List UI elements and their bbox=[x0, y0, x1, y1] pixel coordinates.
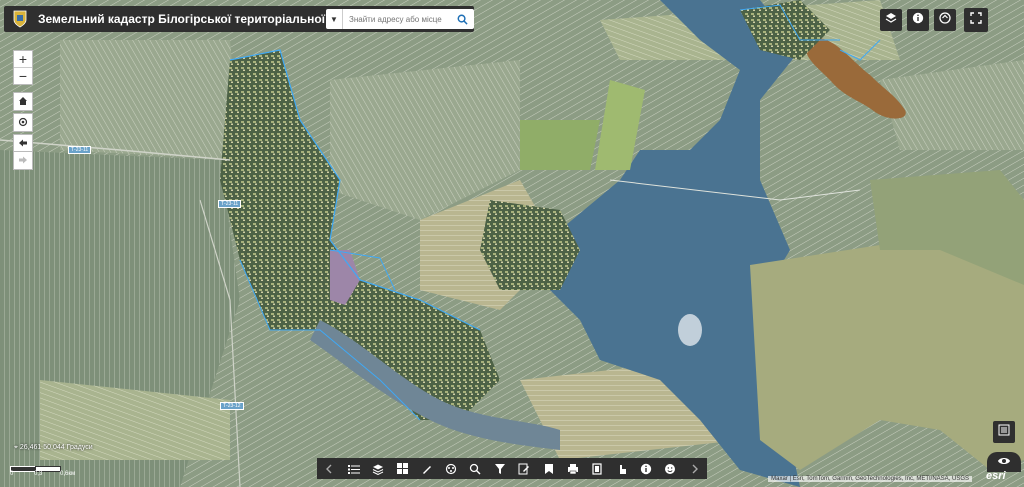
app-header: Земельний кадастр Білогірської територіа… bbox=[4, 6, 474, 32]
bookmark-icon[interactable] bbox=[540, 460, 558, 478]
info-icon bbox=[912, 11, 924, 29]
scale-label: 0,6км bbox=[60, 471, 76, 477]
chevron-down-icon[interactable]: ▼ bbox=[326, 9, 343, 29]
back-icon bbox=[18, 135, 28, 153]
print-icon[interactable] bbox=[564, 460, 582, 478]
road-label: Т-23-11 bbox=[218, 200, 242, 208]
forward-icon bbox=[18, 152, 28, 170]
scale-bar: 0 0,3 0,6км bbox=[10, 466, 84, 477]
select-icon[interactable] bbox=[588, 460, 606, 478]
analysis-icon[interactable] bbox=[442, 460, 460, 478]
app-logo-icon bbox=[10, 9, 30, 29]
road-label: Т-23-12 bbox=[220, 402, 244, 410]
locate-icon bbox=[18, 114, 28, 132]
map-view[interactable] bbox=[0, 0, 1024, 487]
filter-icon[interactable] bbox=[491, 460, 509, 478]
home-button[interactable] bbox=[13, 92, 33, 111]
layer-list-button[interactable] bbox=[993, 421, 1015, 443]
forward-extent-button[interactable] bbox=[13, 151, 33, 170]
search-bar: ▼ bbox=[326, 9, 474, 29]
zoom-in-button[interactable]: + bbox=[14, 51, 32, 67]
fullscreen-icon bbox=[970, 11, 982, 29]
basemap-gallery-icon[interactable] bbox=[393, 460, 411, 478]
map-attribution: Maxar | Esri, TomTom, Garmin, GeoTechnol… bbox=[768, 476, 972, 482]
identify-icon[interactable] bbox=[613, 460, 631, 478]
zoom-control: + − bbox=[13, 50, 33, 85]
scale-label: 0,3 bbox=[34, 471, 43, 477]
swipe-icon bbox=[939, 11, 951, 29]
zoom-out-button[interactable]: − bbox=[14, 67, 32, 84]
fullscreen-button[interactable] bbox=[964, 8, 988, 32]
scale-label: 0 bbox=[10, 471, 14, 477]
basemap-button[interactable] bbox=[880, 9, 902, 31]
about-icon[interactable] bbox=[637, 460, 655, 478]
home-icon bbox=[18, 93, 28, 111]
legend-icon[interactable] bbox=[345, 460, 363, 478]
swipe-button[interactable] bbox=[934, 9, 956, 31]
search-input[interactable] bbox=[343, 10, 451, 28]
overview-toggle[interactable] bbox=[987, 452, 1021, 472]
query-icon[interactable] bbox=[466, 460, 484, 478]
smile-icon[interactable] bbox=[661, 460, 679, 478]
info-button[interactable] bbox=[907, 9, 929, 31]
layers-icon[interactable] bbox=[369, 460, 387, 478]
eye-icon bbox=[997, 453, 1011, 471]
locate-button[interactable] bbox=[13, 113, 33, 132]
bottom-toolbar bbox=[317, 458, 707, 479]
chevron-right-icon[interactable] bbox=[686, 460, 704, 478]
coordinates-text: 26,461 50,044 Градуси bbox=[19, 444, 93, 451]
esri-logo: esri bbox=[986, 470, 1006, 482]
layer-list-icon bbox=[998, 423, 1010, 441]
basemap-icon bbox=[885, 11, 897, 29]
draw-icon[interactable] bbox=[418, 460, 436, 478]
edit-icon[interactable] bbox=[515, 460, 533, 478]
road-label: Т-23-11 bbox=[68, 146, 92, 154]
coordinate-readout: ⌖ 26,461 50,044 Градуси bbox=[14, 444, 93, 452]
search-icon[interactable] bbox=[451, 9, 473, 29]
chevron-left-icon[interactable] bbox=[320, 460, 338, 478]
